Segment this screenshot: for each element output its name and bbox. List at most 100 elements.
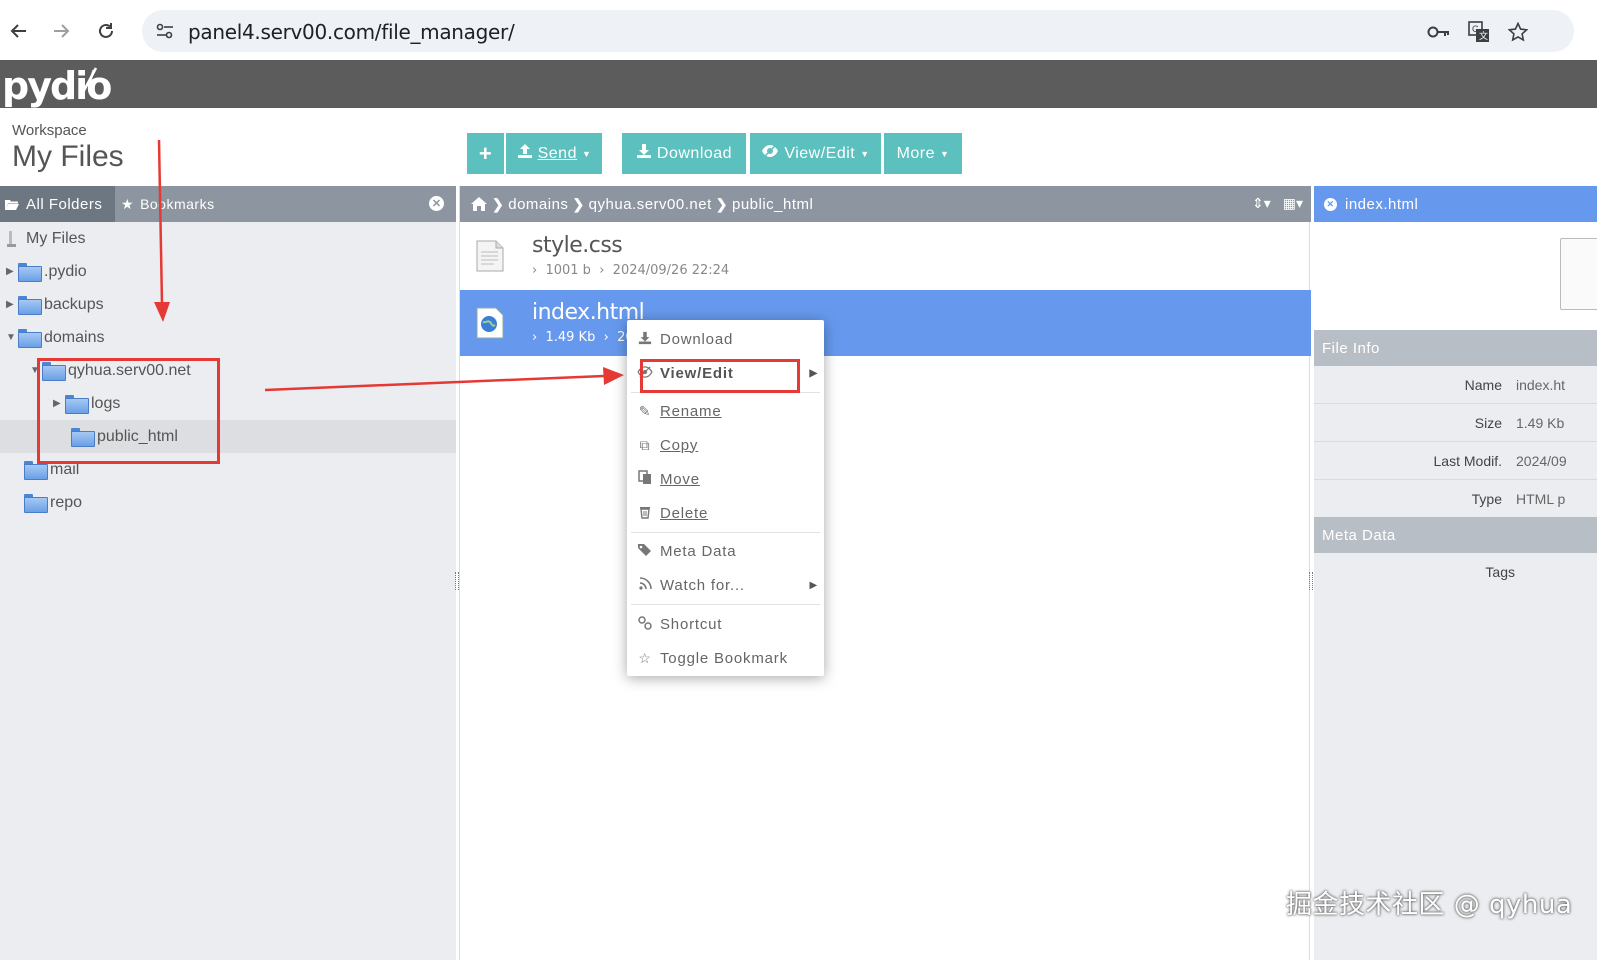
tree-item-pydio[interactable]: ▶ .pydio	[6, 255, 87, 288]
add-button[interactable]: +	[467, 133, 504, 174]
menu-item-label: Delete	[660, 504, 709, 522]
display-mode-icon[interactable]: ▦▾	[1283, 195, 1303, 212]
download-button[interactable]: Download	[622, 133, 746, 174]
info-key: Type	[1471, 491, 1502, 507]
app-header: pydio	[0, 60, 1597, 108]
star-icon: ☆	[638, 649, 652, 666]
caret-down-icon: ▼	[581, 148, 592, 159]
file-name: style.css	[532, 233, 623, 258]
close-panel-icon[interactable]: ✕	[429, 196, 444, 211]
tags-icon	[637, 543, 653, 560]
info-key: Name	[1464, 377, 1502, 393]
folder-icon	[24, 494, 48, 513]
info-row-type: Type HTML p	[1314, 480, 1597, 518]
tree-item-my-files[interactable]: My Files	[6, 222, 86, 255]
chevron-right-icon: ❯	[572, 195, 585, 212]
file-preview	[1314, 222, 1597, 330]
home-icon[interactable]	[470, 196, 488, 212]
site-settings-icon[interactable]	[152, 18, 178, 44]
menu-item-download[interactable]: Download	[627, 322, 824, 356]
back-arrow-icon[interactable]	[2, 14, 36, 48]
expand-arrow-icon[interactable]: ▶	[6, 266, 18, 277]
breadcrumb-item[interactable]: qyhua.serv00.net	[589, 196, 712, 213]
file-date: 2024/09/26 22:24	[612, 263, 730, 278]
sort-icon[interactable]: ⇕▾	[1252, 195, 1271, 212]
reload-icon[interactable]	[89, 14, 123, 48]
pencil-icon: ✎	[638, 402, 652, 419]
menu-item-meta-data[interactable]: Meta Data	[627, 534, 824, 568]
folder-icon	[18, 329, 42, 348]
menu-separator	[631, 532, 820, 533]
menu-item-label: Move	[660, 470, 700, 488]
info-row-modified: Last Modif. 2024/09	[1314, 442, 1597, 480]
menu-item-shortcut[interactable]: Shortcut	[627, 607, 824, 641]
more-button[interactable]: More ▼	[884, 133, 962, 174]
file-row-index-html[interactable]: index.html › 1.49 Kb › 202	[460, 290, 1311, 356]
plus-icon: +	[478, 140, 493, 166]
submenu-arrow-icon: ▶	[809, 579, 818, 591]
file-size: 1.49 Kb	[545, 330, 596, 345]
preview-thumbnail	[1560, 238, 1597, 310]
tree-item-repo[interactable]: repo	[24, 486, 82, 519]
info-value: 2024/09	[1516, 453, 1567, 469]
menu-item-rename[interactable]: ✎ Rename	[627, 394, 824, 428]
breadcrumb: ❯ domains ❯ qyhua.serv00.net ❯ public_ht…	[470, 186, 813, 222]
menu-item-label: Shortcut	[660, 615, 723, 633]
menu-item-label: Copy	[660, 436, 699, 454]
drive-icon	[7, 230, 16, 247]
upload-icon	[517, 143, 533, 164]
folder-tree-panel: All Folders ★ Bookmarks ✕ My Files ▶ .py…	[0, 186, 456, 960]
url-text[interactable]: panel4.serv00.com/file_manager/	[188, 20, 515, 44]
logo-feather-icon	[78, 67, 98, 99]
tree-item-label: backups	[44, 295, 104, 313]
star-icon: ★	[121, 195, 135, 212]
breadcrumb-item[interactable]: public_html	[732, 196, 813, 213]
translate-icon[interactable]: G文	[1466, 19, 1492, 45]
tab-bookmarks[interactable]: ★ Bookmarks	[121, 186, 215, 222]
menu-item-watch-for[interactable]: Watch for... ▶	[627, 568, 824, 602]
info-row-tags: Tags	[1314, 554, 1597, 592]
menu-item-label: Toggle Bookmark	[660, 649, 788, 667]
file-meta: › 1001 b › 2024/09/26 22:24	[532, 263, 730, 278]
link-icon	[637, 615, 653, 633]
key-icon[interactable]	[1426, 19, 1452, 45]
tree-item-label: .pydio	[44, 262, 87, 280]
folder-icon	[18, 296, 42, 315]
caret-down-icon: ▼	[940, 148, 950, 159]
breadcrumb-item[interactable]: domains	[508, 196, 568, 213]
menu-item-move[interactable]: Move	[627, 462, 824, 496]
file-meta: › 1.49 Kb › 202	[532, 330, 642, 345]
info-row-name: Name index.ht	[1314, 366, 1597, 404]
send-button[interactable]: Send ▼	[506, 133, 602, 174]
download-icon	[636, 143, 652, 164]
close-icon[interactable]: ✕	[1324, 197, 1337, 211]
menu-item-label: Download	[660, 330, 734, 348]
tree-item-label: repo	[50, 493, 83, 511]
chevron-right-icon: ❯	[715, 195, 728, 212]
copy-icon: ⧉	[639, 436, 651, 453]
collapse-arrow-icon[interactable]: ▼	[6, 332, 18, 343]
info-row-size: Size 1.49 Kb	[1314, 404, 1597, 442]
file-row-style-css[interactable]: style.css › 1001 b › 2024/09/26 22:24	[460, 223, 1311, 289]
rss-icon	[637, 577, 653, 593]
meta-data-header: Meta Data	[1314, 517, 1597, 553]
tree-item-domains[interactable]: ▼ domains	[6, 321, 104, 354]
view-edit-button[interactable]: View/Edit ▼	[750, 133, 881, 174]
menu-item-copy[interactable]: ⧉ Copy	[627, 428, 824, 462]
right-splitter-handle[interactable]	[1309, 572, 1313, 590]
svg-text:文: 文	[1479, 30, 1488, 41]
info-key: Tags	[1485, 564, 1515, 580]
tab-bookmarks-label: Bookmarks	[140, 196, 215, 212]
expand-arrow-icon[interactable]: ▶	[6, 299, 18, 310]
tree-item-backups[interactable]: ▶ backups	[6, 288, 104, 321]
tab-all-folders[interactable]: All Folders	[0, 186, 115, 222]
file-size: 1001 b	[545, 263, 591, 278]
forward-arrow-icon[interactable]	[44, 14, 78, 48]
menu-item-delete[interactable]: Delete	[627, 496, 824, 530]
submenu-arrow-icon: ▶	[809, 367, 818, 379]
star-icon[interactable]	[1505, 19, 1531, 45]
address-bar[interactable]: panel4.serv00.com/file_manager/ G文	[142, 10, 1574, 52]
highlight-box-folders	[37, 358, 220, 464]
menu-item-toggle-bookmark[interactable]: ☆ Toggle Bookmark	[627, 641, 824, 675]
view-edit-label: View/Edit	[784, 144, 856, 162]
